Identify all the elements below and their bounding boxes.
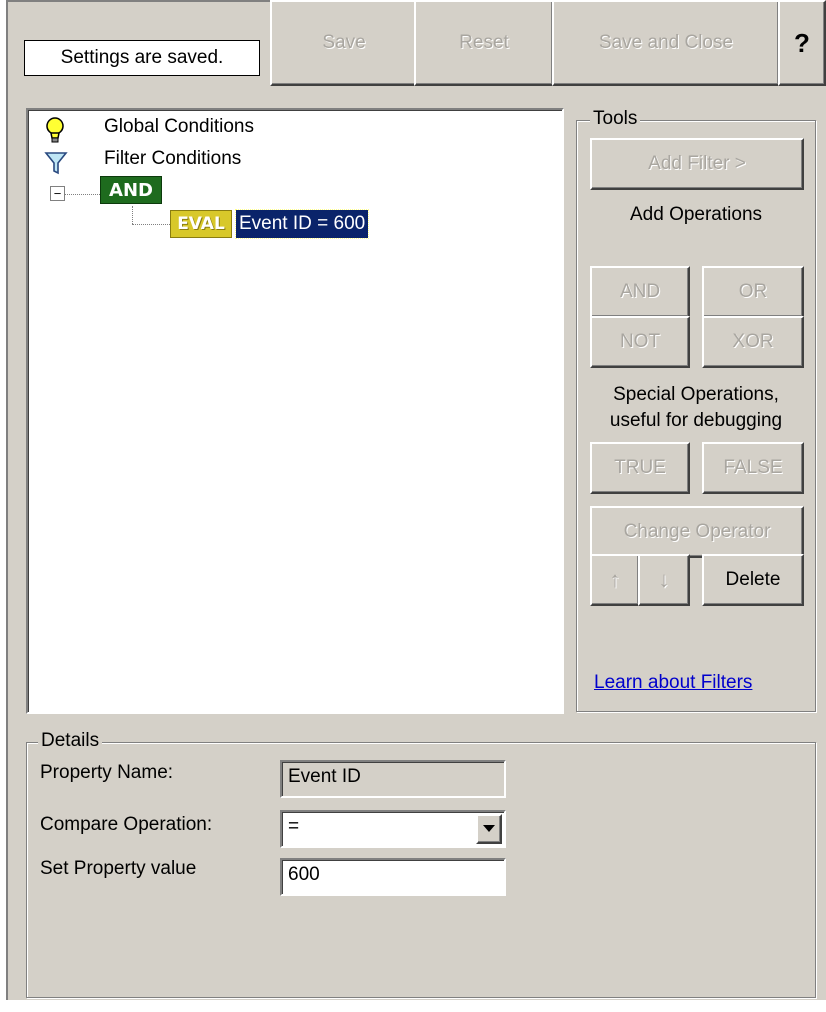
tree-connector [132,224,170,225]
move-up-button[interactable]: ↑ [590,554,640,606]
false-button[interactable]: FALSE [702,442,804,494]
or-button[interactable]: OR [702,266,804,318]
special-operations-line1: Special Operations, [613,384,779,405]
set-property-value-label: Set Property value [40,858,197,879]
reset-button[interactable]: Reset [414,0,554,86]
details-legend: Details [38,730,103,752]
move-down-button[interactable]: ↓ [638,554,690,606]
property-name-field: Event ID [280,760,506,798]
eval-node-label[interactable]: Event ID = 600 [234,209,370,239]
chevron-down-icon [483,825,495,832]
save-and-close-button[interactable]: Save and Close [552,0,780,86]
add-filter-button[interactable]: Add Filter > [590,138,804,190]
change-operator-button[interactable]: Change Operator [590,506,804,558]
delete-button[interactable]: Delete [702,554,804,606]
filter-tree[interactable]: Global Conditions Filter Conditions − AN… [26,108,564,714]
compare-operation-select[interactable]: = [280,810,506,848]
dropdown-arrow-button[interactable] [476,814,502,844]
status-text: Settings are saved. [60,47,224,68]
tree-connector [62,194,102,195]
property-value-input[interactable]: 600 [280,858,506,896]
compare-operation-label: Compare Operation: [40,814,213,835]
save-button[interactable]: Save [270,0,418,86]
compare-operation-value: = [288,816,300,837]
tree-item-global-conditions[interactable]: Global Conditions [42,114,342,144]
learn-about-filters-link[interactable]: Learn about Filters [594,672,752,694]
tree-item-filter-conditions[interactable]: Filter Conditions [42,146,342,176]
tree-connector [132,206,133,224]
not-button[interactable]: NOT [590,316,690,368]
arrow-up-icon: ↑ [609,567,621,592]
and-button[interactable]: AND [590,266,690,318]
tools-legend: Tools [590,108,641,130]
arrow-down-icon: ↓ [658,567,670,592]
xor-button[interactable]: XOR [702,316,804,368]
filter-funnel-icon [44,150,68,176]
add-operations-label: Add Operations [629,204,763,225]
tree-item-label: Filter Conditions [104,148,242,169]
lightbulb-icon [42,116,68,144]
true-button[interactable]: TRUE [590,442,690,494]
special-operations-line2: useful for debugging [609,410,783,431]
tree-expander[interactable]: − [50,186,65,201]
and-node[interactable]: AND [100,176,162,204]
tree-item-label: Global Conditions [104,116,254,137]
property-name-label: Property Name: [40,762,174,783]
eval-node-badge[interactable]: EVAL [170,210,232,238]
help-button[interactable]: ? [778,0,826,86]
